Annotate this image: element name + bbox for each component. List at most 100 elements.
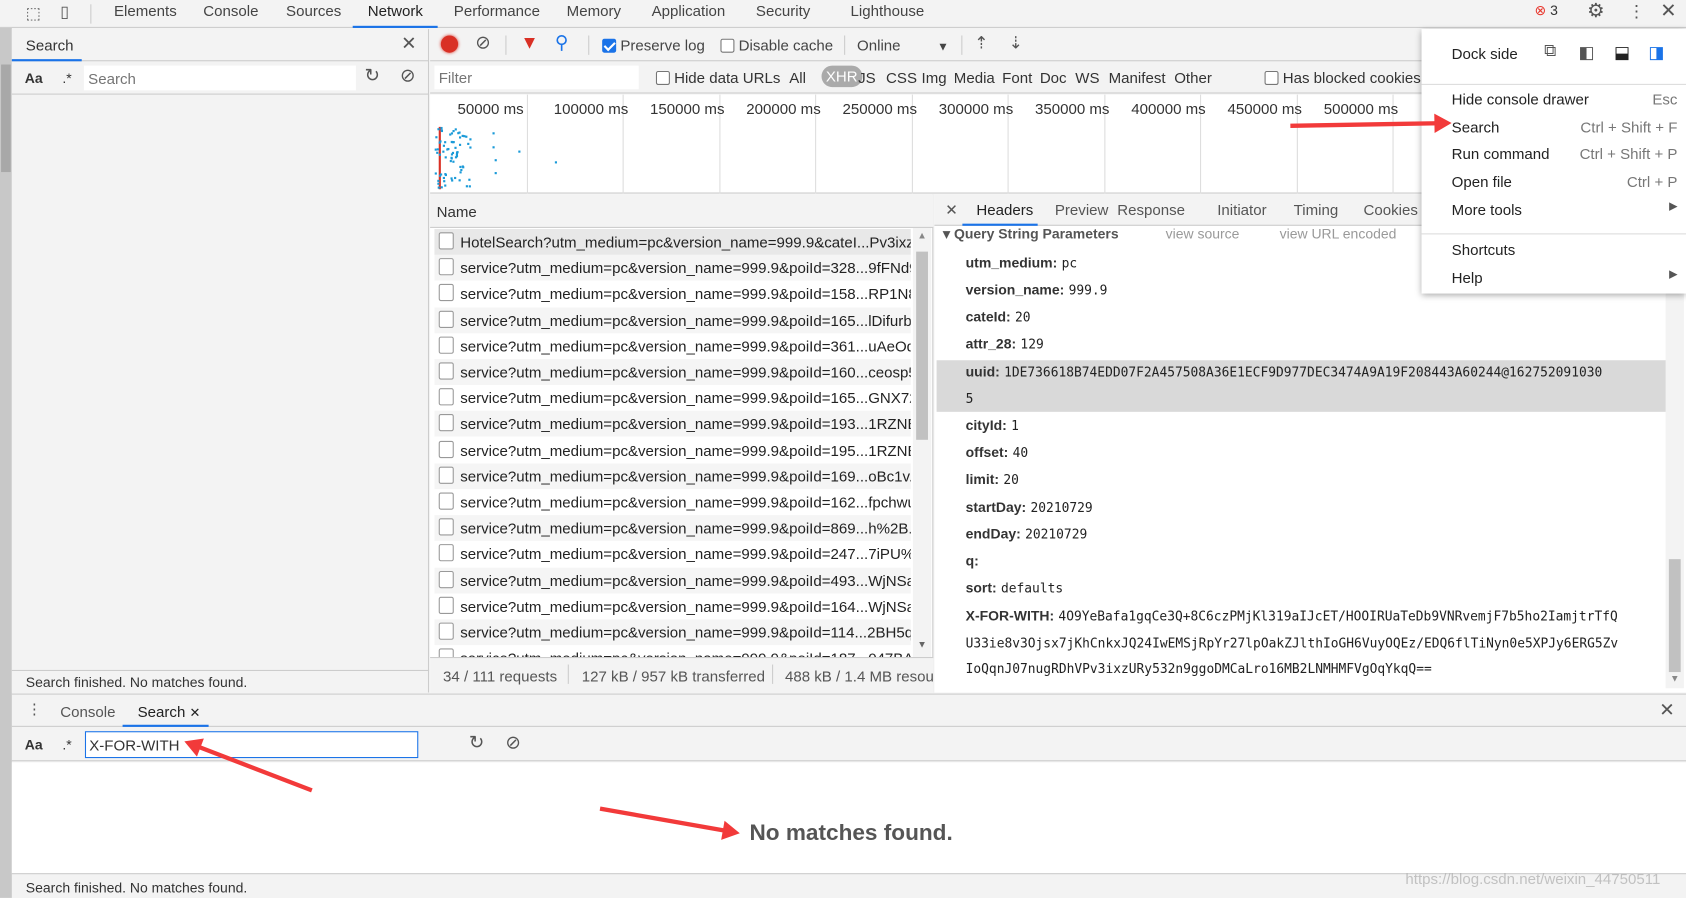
menu-item-shortcuts[interactable]: Shortcuts	[1422, 241, 1686, 265]
request-row[interactable]: service?utm_medium=pc&version_name=999.9…	[434, 463, 911, 490]
blocked-cookies-checkbox[interactable]: Has blocked cookies	[1264, 69, 1421, 86]
request-row[interactable]: service?utm_medium=pc&version_name=999.9…	[434, 567, 911, 594]
menu-item-open-file[interactable]: Open file Ctrl + P	[1422, 173, 1686, 197]
view-url-encoded-link[interactable]: view URL encoded	[1280, 226, 1397, 242]
type-filter-font[interactable]: Font	[1002, 69, 1032, 86]
request-row[interactable]: service?utm_medium=pc&version_name=999.9…	[434, 645, 911, 658]
tab-sources[interactable]: Sources	[286, 2, 341, 19]
detail-tab-preview[interactable]: Preview	[1055, 201, 1109, 218]
export-har-icon[interactable]: ⇣	[1009, 32, 1023, 54]
search-tab[interactable]: Search	[26, 37, 74, 54]
dock-bottom-icon[interactable]: ⬓	[1614, 42, 1630, 64]
regex-toggle[interactable]: .*	[62, 737, 71, 753]
clear-icon[interactable]: ⊘	[400, 66, 415, 88]
drawer-tab-search[interactable]: Search ✕	[138, 703, 201, 720]
name-column-header[interactable]: Name	[437, 203, 477, 220]
request-row[interactable]: service?utm_medium=pc&version_name=999.9…	[434, 411, 911, 437]
page-scrollbar[interactable]	[0, 0, 12, 898]
network-overview-timeline[interactable]: 50000 ms 100000 ms 150000 ms 200000 ms 25000…	[430, 94, 1490, 194]
throttle-select[interactable]: Online ▼	[857, 37, 949, 54]
error-counter[interactable]: ⊗ 3	[1534, 2, 1557, 19]
menu-item-hide-console-drawer[interactable]: Hide console drawer Esc	[1422, 90, 1686, 114]
hide-data-urls-checkbox[interactable]: Hide data URLs	[655, 69, 780, 86]
detail-tab-timing[interactable]: Timing	[1294, 201, 1339, 218]
request-row[interactable]: service?utm_medium=pc&version_name=999.9…	[434, 619, 911, 646]
request-row[interactable]: service?utm_medium=pc&version_name=999.9…	[434, 593, 911, 620]
drawer-search-input[interactable]	[84, 731, 419, 759]
request-row[interactable]: service?utm_medium=pc&version_name=999.9…	[434, 255, 911, 281]
request-row[interactable]: service?utm_medium=pc&version_name=999.9…	[434, 489, 911, 516]
detail-tab-response[interactable]: Response	[1117, 201, 1185, 218]
tab-performance[interactable]: Performance	[454, 2, 540, 19]
tab-elements[interactable]: Elements	[114, 2, 177, 19]
tab-memory[interactable]: Memory	[567, 2, 621, 19]
record-icon[interactable]	[440, 35, 459, 53]
timeline-dot	[434, 148, 437, 151]
request-row[interactable]: service?utm_medium=pc&version_name=999.9…	[434, 541, 911, 568]
tab-lighthouse[interactable]: Lighthouse	[851, 2, 925, 19]
disable-cache-checkbox[interactable]: Disable cache	[720, 37, 833, 54]
request-row[interactable]: service?utm_medium=pc&version_name=999.9…	[434, 307, 911, 333]
view-source-link[interactable]: view source	[1166, 226, 1240, 242]
tab-network[interactable]: Network	[352, 2, 439, 28]
type-filter-other[interactable]: Other	[1174, 69, 1212, 86]
menu-item-search[interactable]: Search Ctrl + Shift + F	[1422, 118, 1686, 142]
undock-icon[interactable]: ⧉	[1544, 42, 1556, 61]
filter-icon[interactable]: ▼	[520, 32, 538, 54]
menu-item-more-tools[interactable]: More tools ▶	[1422, 201, 1686, 225]
type-filter-xhr[interactable]: XHR	[821, 65, 862, 88]
tab-console[interactable]: Console	[203, 2, 258, 19]
timeline-dot	[492, 146, 495, 149]
type-filter-manifest[interactable]: Manifest	[1109, 69, 1166, 86]
match-case-toggle[interactable]: Aa	[25, 737, 43, 753]
drawer-tab-console[interactable]: Console	[60, 703, 115, 720]
close-detail-icon[interactable]: ✕	[945, 201, 958, 219]
request-row[interactable]: service?utm_medium=pc&version_name=999.9…	[434, 281, 911, 307]
search-input[interactable]	[83, 65, 356, 91]
preserve-log-checkbox[interactable]: Preserve log	[602, 37, 705, 54]
type-filter-ws[interactable]: WS	[1075, 69, 1099, 86]
request-row[interactable]: HotelSearch?utm_medium=pc&version_name=9…	[434, 229, 911, 255]
refresh-icon[interactable]: ↻	[365, 66, 380, 88]
type-filter-css[interactable]: CSS	[886, 69, 917, 86]
close-drawer-icon[interactable]: ✕	[1659, 700, 1674, 722]
request-row[interactable]: service?utm_medium=pc&version_name=999.9…	[434, 385, 911, 411]
clear-log-icon[interactable]: ⊘	[475, 32, 490, 54]
more-options-icon[interactable]: ⋮	[1628, 1, 1645, 23]
dock-left-icon[interactable]: ◧	[1579, 42, 1595, 64]
inspect-element-icon[interactable]: ⬚	[26, 3, 41, 22]
type-filter-media[interactable]: Media	[954, 69, 995, 86]
detail-tab-headers[interactable]: Headers	[976, 201, 1033, 218]
menu-item-run-command[interactable]: Run command Ctrl + Shift + P	[1422, 145, 1686, 169]
type-filter-all[interactable]: All	[789, 69, 806, 86]
type-filter-doc[interactable]: Doc	[1040, 69, 1067, 86]
import-har-icon[interactable]: ⇡	[974, 32, 988, 54]
menu-item-help[interactable]: Help ▶	[1422, 269, 1686, 293]
regex-toggle[interactable]: .*	[62, 70, 71, 86]
request-row[interactable]: service?utm_medium=pc&version_name=999.9…	[434, 333, 911, 359]
match-case-toggle[interactable]: Aa	[25, 70, 43, 86]
clear-icon[interactable]: ⊘	[505, 732, 520, 754]
tab-security[interactable]: Security	[756, 2, 810, 19]
dock-right-icon[interactable]: ◨	[1648, 42, 1664, 64]
search-icon[interactable]: ⚲	[555, 32, 568, 54]
request-row[interactable]: service?utm_medium=pc&version_name=999.9…	[434, 437, 911, 464]
query-string-section-toggle[interactable]: ▾ Query String Parameters	[943, 226, 1119, 243]
filter-input[interactable]	[434, 65, 639, 90]
detail-tab-initiator[interactable]: Initiator	[1217, 201, 1266, 218]
tab-application[interactable]: Application	[652, 2, 726, 19]
detail-tab-cookies[interactable]: Cookies	[1363, 201, 1417, 218]
request-list-scrollbar[interactable]: ▲ ▼	[912, 227, 932, 659]
detail-scrollbar[interactable]: ▼	[1665, 225, 1684, 689]
drawer-menu-icon[interactable]: ⋮	[27, 700, 42, 718]
type-filter-js[interactable]: JS	[858, 69, 876, 86]
request-row[interactable]: service?utm_medium=pc&version_name=999.9…	[434, 359, 911, 385]
close-devtools-icon[interactable]: ✕	[1660, 0, 1676, 23]
device-toolbar-icon[interactable]: ▯	[60, 2, 69, 21]
refresh-icon[interactable]: ↻	[469, 732, 484, 754]
request-row[interactable]: service?utm_medium=pc&version_name=999.9…	[434, 515, 911, 542]
type-filter-img[interactable]: Img	[922, 69, 947, 86]
close-icon[interactable]: ✕	[401, 33, 416, 55]
timeline-dot	[457, 132, 460, 135]
settings-gear-icon[interactable]: ⚙	[1587, 0, 1604, 23]
